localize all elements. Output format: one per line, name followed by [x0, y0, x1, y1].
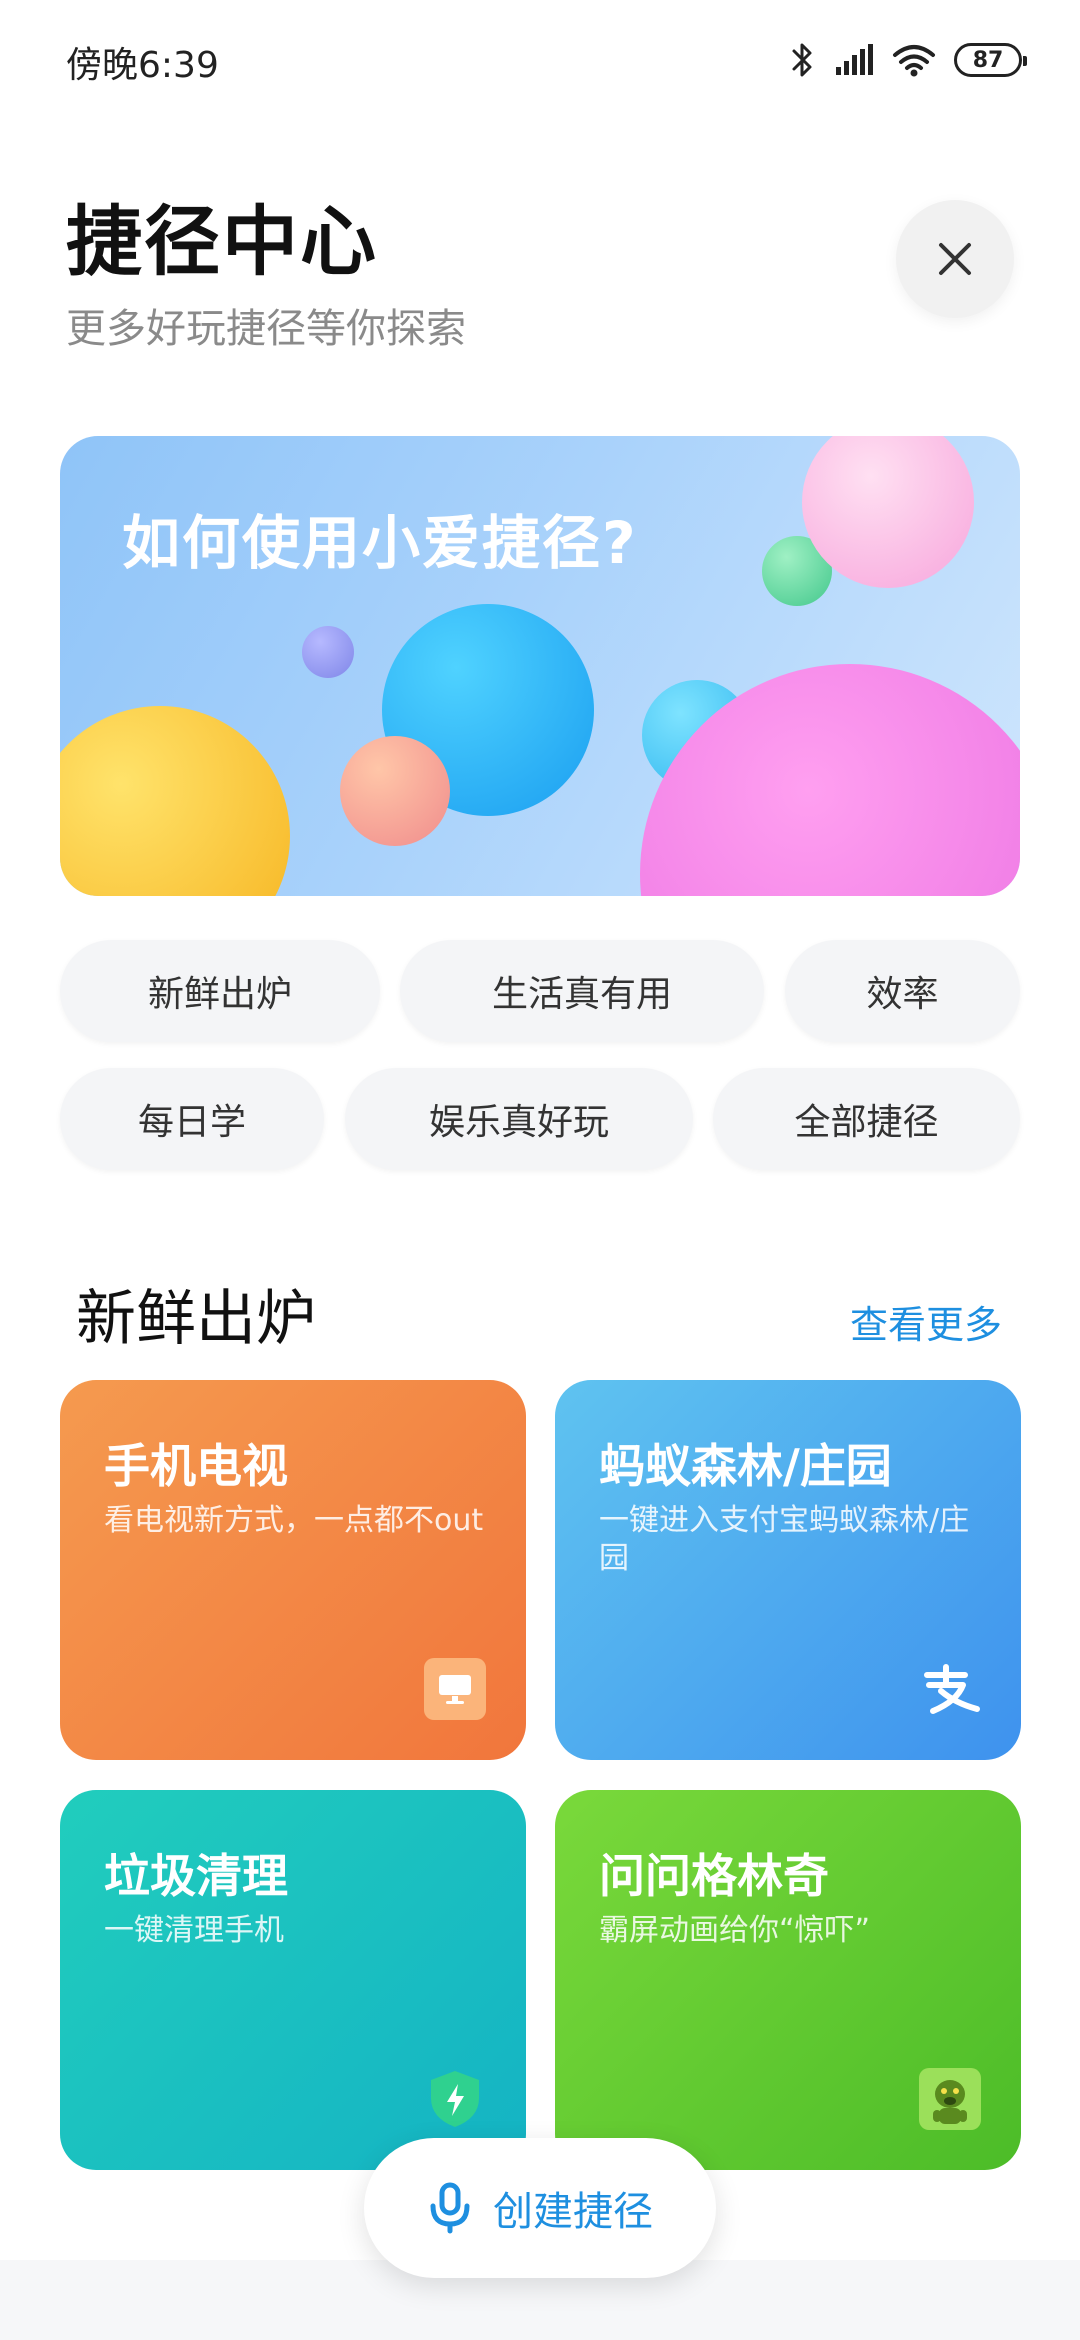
card-ask-grinch[interactable]: 问问格林奇 霸屏动画给你“惊吓” — [555, 1790, 1021, 2170]
alipay-icon — [919, 1658, 981, 1720]
chip-label: 每日学 — [137, 1102, 246, 1143]
tv-icon — [424, 1658, 486, 1720]
banner-ball-purple-small — [302, 626, 354, 678]
create-shortcut-label: 创建捷径 — [493, 2189, 653, 2235]
chip-label: 新鲜出炉 — [147, 974, 292, 1015]
wifi-icon — [893, 45, 935, 77]
microphone-icon — [430, 2182, 470, 2234]
banner-ball-yellow — [60, 706, 290, 896]
card-title: 问问格林奇 — [599, 1849, 829, 1903]
card-desc: 霸屏动画给你“惊吓” — [599, 1913, 871, 1948]
chip-new[interactable]: 新鲜出炉 — [60, 940, 380, 1042]
bluetooth-icon — [792, 43, 812, 77]
battery-icon: 87 — [954, 43, 1027, 77]
status-time: 傍晚6:39 — [66, 45, 219, 86]
chip-label: 娱乐真好玩 — [428, 1102, 609, 1143]
status-icons: 87 — [790, 34, 1027, 86]
chip-daily-learning[interactable]: 每日学 — [60, 1068, 324, 1170]
chip-life[interactable]: 生活真有用 — [400, 940, 764, 1042]
chip-entertainment[interactable]: 娱乐真好玩 — [345, 1068, 693, 1170]
card-title: 蚂蚁森林/庄园 — [599, 1439, 892, 1493]
chip-efficiency[interactable]: 效率 — [785, 940, 1020, 1042]
card-desc: 一键进入支付宝蚂蚁森林/庄园 — [599, 1503, 970, 1576]
chip-all-shortcuts[interactable]: 全部捷径 — [713, 1068, 1020, 1170]
signal-icon — [836, 44, 873, 75]
banner-ball-peach — [340, 736, 450, 846]
card-desc: 看电视新方式，一点都不out — [104, 1503, 484, 1538]
close-icon — [939, 243, 971, 275]
card-ant-forest[interactable]: 蚂蚁森林/庄园 一键进入支付宝蚂蚁森林/庄园 — [555, 1380, 1021, 1760]
chip-label: 全部捷径 — [794, 1102, 939, 1143]
page-title: 捷径中心 — [66, 197, 378, 286]
card-title: 手机电视 — [104, 1439, 288, 1493]
card-desc: 一键清理手机 — [104, 1913, 284, 1948]
see-more-link[interactable]: 查看更多 — [850, 1294, 1002, 1349]
chip-label: 生活真有用 — [491, 974, 672, 1015]
close-button[interactable] — [896, 200, 1014, 318]
page-subtitle: 更多好玩捷径等你探索 — [66, 306, 466, 352]
section-title: 新鲜出炉 — [76, 1284, 316, 1354]
grinch-icon — [919, 2068, 981, 2130]
banner-title: 如何使用小爱捷径? — [122, 509, 638, 577]
status-bar: 傍晚6:39 87 — [0, 0, 1080, 120]
shield-bolt-icon — [424, 2068, 486, 2130]
chip-label: 效率 — [866, 974, 939, 1015]
card-mobile-tv[interactable]: 手机电视 看电视新方式，一点都不out — [60, 1380, 526, 1760]
card-junk-clean[interactable]: 垃圾清理 一键清理手机 — [60, 1790, 526, 2170]
create-shortcut-button[interactable]: 创建捷径 — [364, 2138, 716, 2278]
battery-level: 87 — [972, 47, 1004, 73]
card-title: 垃圾清理 — [104, 1849, 288, 1903]
tutorial-banner[interactable]: 如何使用小爱捷径? — [60, 436, 1020, 896]
